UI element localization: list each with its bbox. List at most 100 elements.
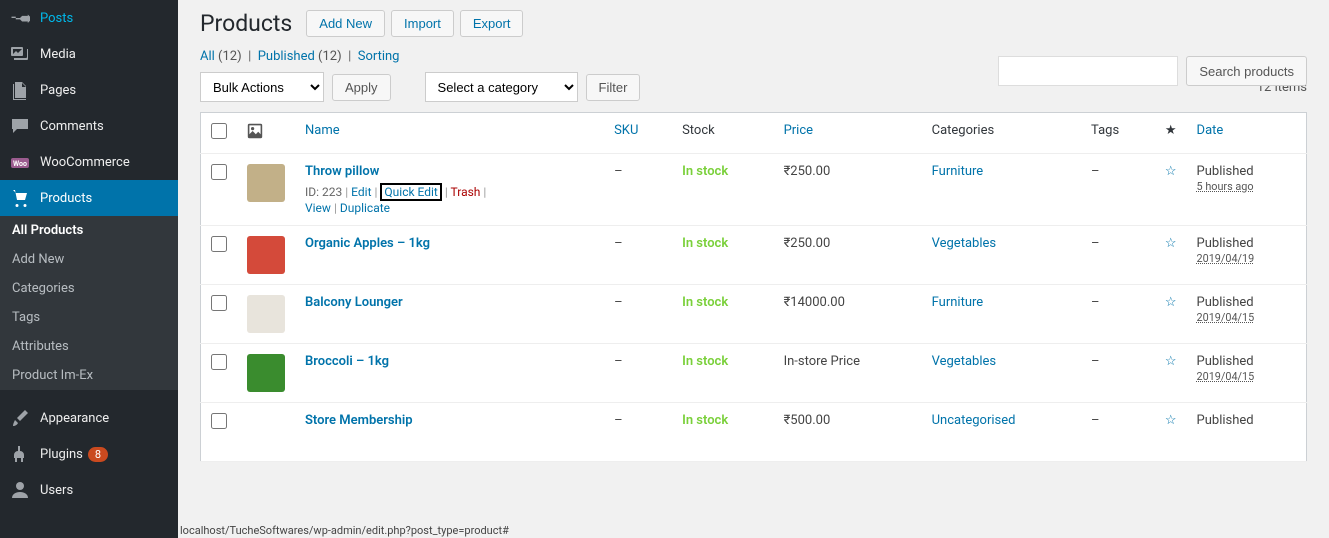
table-row: Organic Apples – 1kg – In stock ₹250.00 … (201, 226, 1307, 285)
featured-star-icon[interactable]: ☆ (1165, 295, 1177, 310)
sidebar-item-posts[interactable]: Posts (0, 0, 178, 36)
category-link[interactable]: Vegetables (932, 236, 996, 251)
trash-link[interactable]: Trash (451, 185, 481, 199)
category-link[interactable]: Furniture (932, 295, 984, 310)
quick-edit-link[interactable]: Quick Edit (384, 185, 437, 199)
date-column[interactable]: Date (1187, 113, 1307, 154)
sidebar-item-comments[interactable]: Comments (0, 108, 178, 144)
submenu-item-categories[interactable]: Categories (0, 274, 178, 303)
category-link[interactable]: Furniture (932, 164, 984, 179)
name-column[interactable]: Name (295, 113, 604, 154)
sidebar-item-label: Product Im-Ex (12, 368, 93, 383)
import-button[interactable]: Import (391, 10, 454, 37)
table-row: Throw pillow ID: 223 | Edit | Quick Edit… (201, 154, 1307, 226)
price-column[interactable]: Price (774, 113, 922, 154)
update-badge: 8 (88, 447, 108, 462)
select-all-checkbox[interactable] (211, 123, 227, 139)
stock-status: In stock (682, 295, 728, 310)
product-name-link[interactable]: Organic Apples – 1kg (305, 236, 430, 251)
product-thumbnail[interactable] (247, 236, 285, 274)
tags-cell: – (1081, 344, 1155, 403)
product-thumbnail[interactable] (247, 413, 285, 451)
tags-column: Tags (1081, 113, 1155, 154)
sidebar-item-products[interactable]: Products (0, 180, 178, 216)
category-link[interactable]: Vegetables (932, 354, 996, 369)
sidebar-item-label: Comments (40, 119, 104, 134)
sidebar-item-label: Products (40, 191, 92, 206)
sidebar-item-plugins[interactable]: Plugins 8 (0, 436, 178, 472)
duplicate-link[interactable]: Duplicate (340, 201, 390, 215)
category-select[interactable]: Select a category (425, 72, 578, 102)
category-link[interactable]: Uncategorised (932, 413, 1016, 428)
featured-column: ★ (1155, 113, 1187, 154)
search-products-button[interactable]: Search products (1186, 56, 1307, 86)
sidebar-item-label: Tags (12, 310, 40, 325)
sidebar-item-media[interactable]: Media (0, 36, 178, 72)
product-name-link[interactable]: Store Membership (305, 413, 413, 428)
featured-star-icon[interactable]: ☆ (1165, 236, 1177, 251)
product-thumbnail[interactable] (247, 164, 285, 202)
submenu-item-product-im-ex[interactable]: Product Im-Ex (0, 361, 178, 390)
svg-text:Woo: Woo (13, 160, 27, 168)
tags-cell: – (1081, 154, 1155, 226)
export-button[interactable]: Export (460, 10, 524, 37)
submenu-item-all-products[interactable]: All Products (0, 216, 178, 245)
stock-column: Stock (672, 113, 774, 154)
filter-all[interactable]: All (12) (200, 49, 242, 64)
tags-cell: – (1081, 403, 1155, 462)
table-row: Balcony Lounger – In stock ₹14000.00 Fur… (201, 285, 1307, 344)
filter-button[interactable]: Filter (586, 74, 641, 101)
product-thumbnail[interactable] (247, 295, 285, 333)
stock-status: In stock (682, 236, 728, 251)
cart-icon (10, 188, 30, 208)
row-checkbox[interactable] (211, 295, 227, 311)
submenu-item-attributes[interactable]: Attributes (0, 332, 178, 361)
view-link[interactable]: View (305, 201, 331, 215)
bulk-actions-select[interactable]: Bulk Actions (200, 72, 324, 102)
featured-star-icon[interactable]: ☆ (1165, 413, 1177, 428)
price-cell: ₹250.00 (774, 154, 922, 226)
sidebar-item-label: Attributes (12, 339, 69, 354)
pages-icon (10, 80, 30, 100)
sku-column[interactable]: SKU (604, 113, 672, 154)
row-checkbox[interactable] (211, 236, 227, 252)
row-checkbox[interactable] (211, 164, 227, 180)
stock-status: In stock (682, 354, 728, 369)
sidebar-item-pages[interactable]: Pages (0, 72, 178, 108)
sidebar-item-woocommerce[interactable]: Woo WooCommerce (0, 144, 178, 180)
main-content: Products Add New Import Export Search pr… (178, 0, 1329, 538)
submenu-item-tags[interactable]: Tags (0, 303, 178, 332)
product-name-link[interactable]: Broccoli – 1kg (305, 354, 389, 369)
submenu-item-add-new[interactable]: Add New (0, 245, 178, 274)
sidebar-item-label: Add New (12, 252, 64, 267)
date-cell: Published (1187, 403, 1307, 462)
filter-sorting[interactable]: Sorting (358, 49, 400, 64)
categories-column: Categories (922, 113, 1081, 154)
date-cell: Published2019/04/15 (1187, 344, 1307, 403)
edit-link[interactable]: Edit (351, 185, 371, 199)
filter-published[interactable]: Published (12) (258, 49, 342, 64)
add-new-button[interactable]: Add New (306, 10, 385, 37)
featured-star-icon[interactable]: ☆ (1165, 164, 1177, 179)
sku-cell: – (604, 344, 672, 403)
sidebar-item-label: Appearance (40, 411, 109, 426)
brush-icon (10, 408, 30, 428)
product-name-link[interactable]: Throw pillow (305, 164, 379, 179)
sku-cell: – (604, 154, 672, 226)
featured-star-icon[interactable]: ☆ (1165, 354, 1177, 369)
row-checkbox[interactable] (211, 354, 227, 370)
row-checkbox[interactable] (211, 413, 227, 429)
user-icon (10, 480, 30, 500)
sidebar-item-label: WooCommerce (40, 155, 130, 170)
status-bar-url: localhost/TucheSoftwares/wp-admin/edit.p… (178, 523, 511, 538)
sidebar-item-label: Plugins (40, 447, 83, 462)
product-thumbnail[interactable] (247, 354, 285, 392)
sidebar-item-users[interactable]: Users (0, 472, 178, 508)
product-name-link[interactable]: Balcony Lounger (305, 295, 403, 310)
thumbnail-column (237, 113, 295, 154)
price-cell: ₹14000.00 (774, 285, 922, 344)
row-actions: ID: 223 | Edit | Quick Edit | Trash | Vi… (305, 183, 594, 215)
search-input[interactable] (998, 56, 1178, 86)
apply-button[interactable]: Apply (332, 74, 391, 101)
sidebar-item-appearance[interactable]: Appearance (0, 400, 178, 436)
